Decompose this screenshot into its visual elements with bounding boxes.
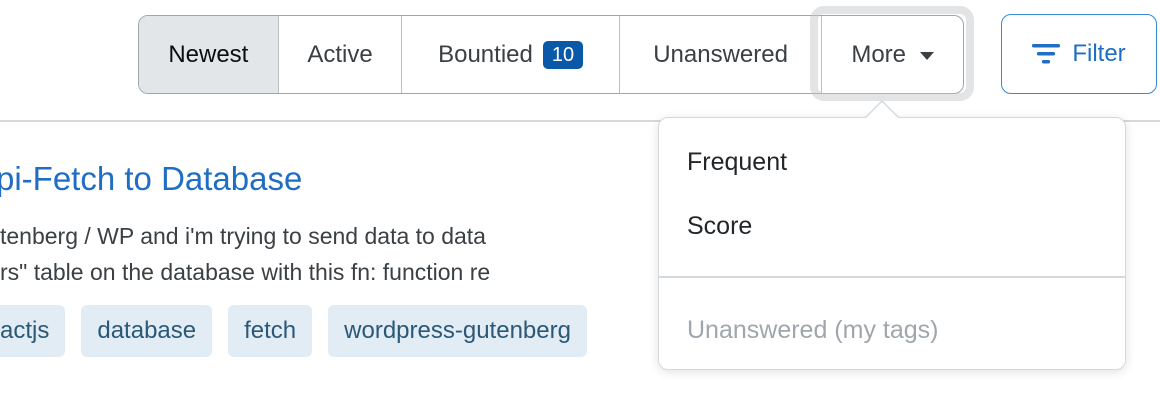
tab-newest[interactable]: Newest	[139, 16, 279, 93]
filter-button[interactable]: Filter	[1001, 14, 1157, 94]
menu-item-frequent[interactable]: Frequent	[687, 148, 787, 177]
tab-newest-label: Newest	[168, 40, 249, 68]
question-excerpt: tenberg / WP and i'm trying to send data…	[0, 218, 490, 290]
tab-bountied-label: Bountied	[438, 40, 533, 68]
tab-unanswered-label: Unanswered	[653, 40, 788, 68]
filter-icon	[1032, 44, 1061, 64]
caret-down-icon	[920, 51, 935, 60]
question-excerpt-line: tenberg / WP and i'm trying to send data…	[0, 223, 486, 249]
tag[interactable]: database	[81, 305, 213, 357]
question-title-link[interactable]: pi-Fetch to Database	[0, 160, 302, 198]
bounty-count-badge: 10	[542, 40, 584, 69]
menu-item-score[interactable]: Score	[687, 212, 752, 241]
tab-active[interactable]: Active	[279, 16, 403, 93]
filter-label: Filter	[1072, 40, 1126, 67]
question-tags: actjs database fetch wordpress-gutenberg	[0, 305, 603, 357]
sort-tabs: Newest Active Bountied 10 Unanswered Mor…	[138, 15, 964, 94]
question-excerpt-line: rs" table on the database with this fn: …	[0, 259, 491, 285]
menu-item-unanswered-my-tags: Unanswered (my tags)	[687, 316, 939, 344]
tab-unanswered[interactable]: Unanswered	[620, 16, 823, 93]
more-dropdown-menu: Frequent Score Unanswered (my tags)	[658, 117, 1126, 370]
tab-active-label: Active	[307, 40, 373, 68]
menu-divider	[659, 276, 1125, 278]
tag[interactable]: actjs	[0, 305, 66, 357]
dropdown-pointer-fill	[865, 102, 899, 119]
tag[interactable]: fetch	[228, 305, 313, 357]
tag[interactable]: wordpress-gutenberg	[328, 305, 587, 357]
tab-more[interactable]: More	[822, 16, 963, 93]
tab-bountied[interactable]: Bountied 10	[402, 16, 620, 93]
tab-more-label: More	[851, 40, 907, 68]
